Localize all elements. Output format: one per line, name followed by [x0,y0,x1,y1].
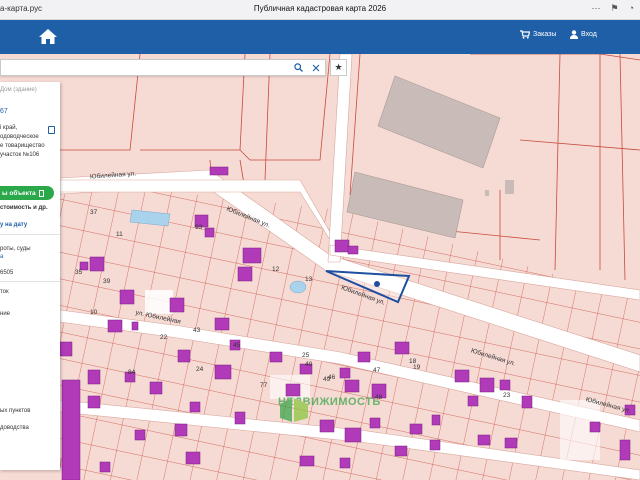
address-line: е товарищество [0,143,45,149]
login-label: Вход [581,31,597,38]
parcel-number: 47 [373,367,381,374]
user-icon [570,30,578,39]
parcel-number: 35 [75,269,83,276]
parcel-number: 11 [116,231,123,238]
panel-divider [0,234,60,235]
watermark-logo-icon [280,398,308,422]
app-header: Заказы Вход [0,20,640,54]
clear-icon[interactable] [309,60,323,75]
login-button[interactable]: Вход [570,30,597,39]
panel-item: 6505 [0,270,14,276]
object-info-panel: Дом (здание) 67 і край, одоводческое е т… [0,82,60,470]
address-line: і край, [0,125,18,131]
orders-label: Заказы [533,31,557,38]
parcel-number: 49 [323,376,331,383]
parcel-number: 43 [193,327,201,334]
copy-icon[interactable] [48,126,55,134]
parcel-number: 22 [160,334,168,341]
parcel-number: 77 [260,382,268,389]
object-data-label: ы объекта [2,189,36,197]
parcel-number: 10 [90,309,98,316]
object-number-link[interactable]: 67 [0,108,8,115]
parcel-number: 37 [90,209,98,216]
object-data-button[interactable]: ы объекта [0,186,54,200]
search-input[interactable] [3,61,288,74]
parcel-number: 12 [272,266,280,273]
profile-icon[interactable]: ◔ [629,3,634,14]
object-type: Дом (здание) [0,87,37,93]
parcel-number: 24 [196,366,204,373]
cadastral-map[interactable]: Юбилейная ул. Юбилейная ул. Юбилейная ул… [0,54,640,480]
favorite-star-icon[interactable]: ★ [330,59,347,76]
parcel-number: 18 [409,358,417,365]
browser-bar: а-карта.рус Публичная кадастровая карта … [0,0,640,20]
layer-item[interactable]: ток [0,289,9,295]
parcel-number: 39 [103,278,111,285]
panel-hint: стоимость и др. [0,205,48,211]
bookmark-icon[interactable]: ⚑ [610,3,618,14]
panel-item[interactable]: а [0,254,3,260]
watermark: НЕДВИЖИМОСТЬ [278,396,381,422]
document-icon [38,189,44,197]
parcel-number: 45 [233,342,241,349]
parcel-number: 13 [305,276,313,283]
page-title: Публичная кадастровая карта 2026 [253,4,387,13]
cart-icon [520,30,530,39]
parcel-number: 93 [195,224,203,231]
parcel-number: 25 [302,352,310,359]
parcel-number: 84 [128,369,136,376]
layer-item[interactable]: ых пунктов [0,408,30,414]
parcel-number: 40 [305,361,313,368]
search-icon[interactable] [291,60,305,75]
parcel-number: 23 [503,392,511,399]
search-box[interactable] [0,59,326,76]
map-canvas[interactable] [0,54,640,480]
parcel-number: 19 [413,364,421,371]
date-extract-link[interactable]: у на дату [0,222,27,228]
more-icon[interactable]: ⋯ [591,3,600,14]
panel-item: роты, суды [0,246,31,252]
orders-button[interactable]: Заказы [520,30,556,39]
address-line: одоводческое [0,134,39,140]
layer-item[interactable]: ние [0,311,10,317]
layer-item[interactable]: доводства [0,425,29,431]
panel-divider [0,281,60,282]
home-icon[interactable] [38,27,58,47]
browser-icons: ⋯ ⚑ ◔ [591,3,634,14]
address-line: участок №106 [0,152,40,158]
